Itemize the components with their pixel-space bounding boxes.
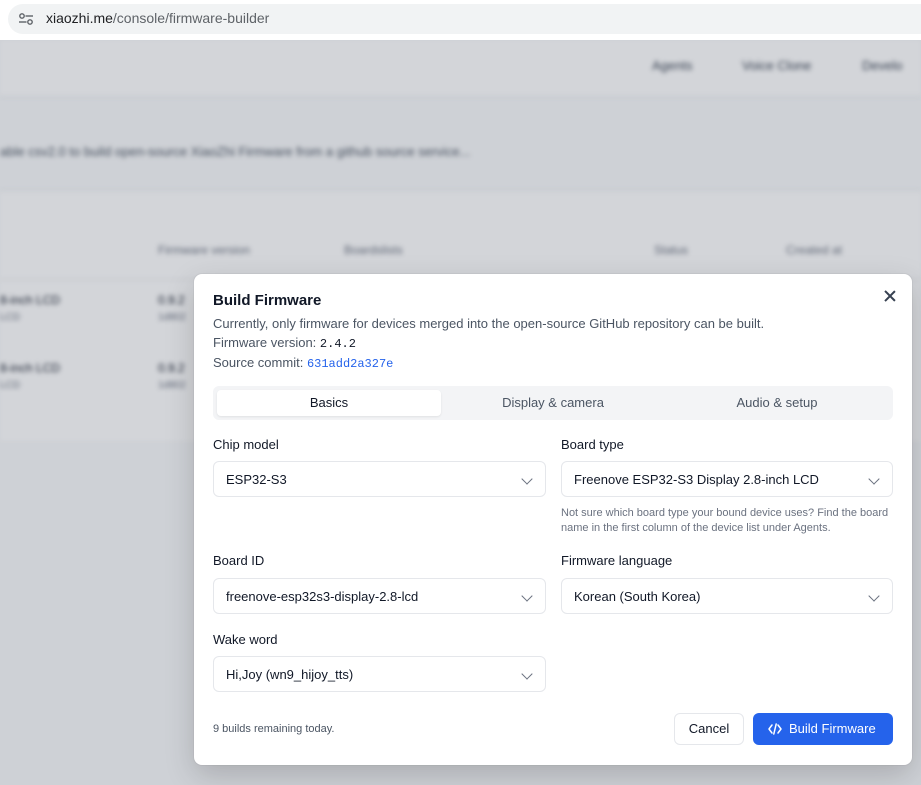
build-firmware-label: Build Firmware xyxy=(789,721,876,736)
build-firmware-button[interactable]: Build Firmware xyxy=(753,713,893,745)
board-id-select[interactable]: freenove-esp32s3-display-2.8-lcd xyxy=(213,578,546,614)
url-path: /console/firmware-builder xyxy=(112,10,270,26)
firmware-version-value: 2.4.2 xyxy=(319,337,356,351)
dialog-title: Build Firmware xyxy=(213,292,322,309)
tab-display-camera[interactable]: Display & camera xyxy=(441,390,665,416)
tab-basics[interactable]: Basics xyxy=(217,390,441,416)
board-type-value: Freenove ESP32-S3 Display 2.8-inch LCD xyxy=(574,472,819,487)
chevron-down-icon xyxy=(868,590,880,602)
firmware-language-value: Korean (South Korea) xyxy=(574,589,701,604)
board-type-hint: Not sure which board type your bound dev… xyxy=(561,507,889,534)
code-icon xyxy=(768,723,782,735)
firmware-version: Firmware version: 2.4.2 xyxy=(213,335,356,351)
wake-word-label: Wake word xyxy=(213,632,278,647)
url-text[interactable]: xiaozhi.me/console/firmware-builder xyxy=(46,10,269,26)
firmware-language-select[interactable]: Korean (South Korea) xyxy=(561,578,893,614)
site-settings-icon[interactable] xyxy=(18,12,34,26)
chevron-down-icon xyxy=(521,473,533,485)
browser-toolbar: xiaozhi.me/console/firmware-builder xyxy=(0,0,921,40)
board-type-label: Board type xyxy=(561,437,624,452)
chip-model-label: Chip model xyxy=(213,437,279,452)
source-commit-label: Source commit: xyxy=(213,355,304,370)
cancel-button[interactable]: Cancel xyxy=(674,713,744,745)
chip-model-value: ESP32-S3 xyxy=(226,472,287,487)
close-icon[interactable] xyxy=(882,288,898,304)
settings-tabs: Basics Display & camera Audio & setup xyxy=(213,386,893,420)
source-commit: Source commit: 631add2a327e xyxy=(213,355,393,371)
board-id-label: Board ID xyxy=(213,553,265,568)
board-type-select[interactable]: Freenove ESP32-S3 Display 2.8-inch LCD xyxy=(561,461,893,497)
url-host: xiaozhi.me xyxy=(46,10,113,26)
chevron-down-icon xyxy=(521,668,533,680)
chevron-down-icon xyxy=(868,473,880,485)
board-id-value: freenove-esp32s3-display-2.8-lcd xyxy=(226,589,419,604)
builds-remaining: 9 builds remaining today. xyxy=(213,723,335,735)
firmware-language-label: Firmware language xyxy=(561,553,673,568)
chip-model-select[interactable]: ESP32-S3 xyxy=(213,461,546,497)
tab-audio-setup[interactable]: Audio & setup xyxy=(665,390,889,416)
chevron-down-icon xyxy=(521,590,533,602)
wake-word-value: Hi,Joy (wn9_hijoy_tts) xyxy=(226,667,354,682)
wake-word-select[interactable]: Hi,Joy (wn9_hijoy_tts) xyxy=(213,656,546,692)
firmware-version-label: Firmware version: xyxy=(213,335,317,350)
dialog-subtitle: Currently, only firmware for devices mer… xyxy=(213,316,765,331)
build-firmware-dialog: Build Firmware Currently, only firmware … xyxy=(194,274,912,765)
source-commit-link[interactable]: 631add2a327e xyxy=(307,357,393,371)
address-bar[interactable]: xiaozhi.me/console/firmware-builder xyxy=(8,4,921,34)
